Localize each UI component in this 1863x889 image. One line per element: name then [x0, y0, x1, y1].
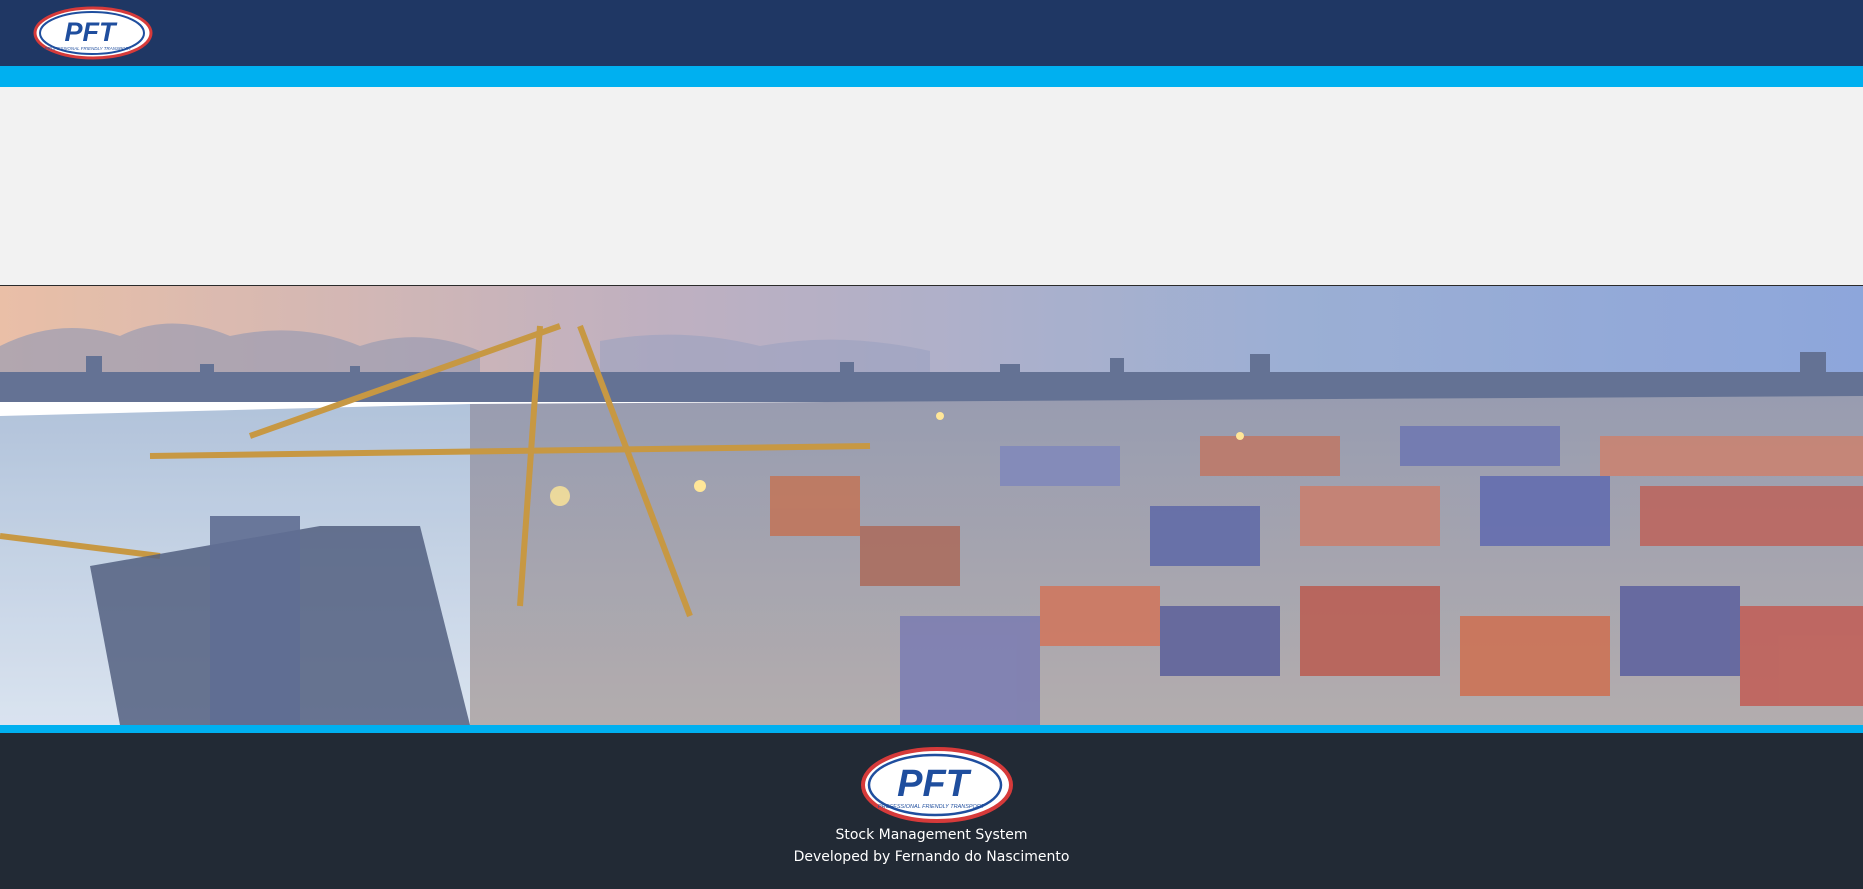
app-window: PFT PROFESSIONAL FRIENDLY TRANSPORT PFT …: [0, 0, 1863, 889]
footer-accent-bar: [0, 725, 1863, 733]
system-name: Stock Management System: [835, 827, 1028, 843]
footer-logo-tagline: PROFESSIONAL FRIENDLY TRANSPORT: [878, 804, 985, 810]
logo-text: PFT: [65, 17, 119, 47]
container-port-photo: [0, 286, 1863, 725]
footer: PFT PROFESSIONAL FRIENDLY TRANSPORT Stoc…: [0, 733, 1863, 889]
content-area: [0, 87, 1863, 286]
banner-image: [0, 286, 1863, 725]
footer-logo-text: PFT: [897, 763, 972, 805]
header-accent-bar: [0, 66, 1863, 87]
pft-logo-icon: PFT PROFESSIONAL FRIENDLY TRANSPORT: [861, 747, 1013, 823]
header-bar: PFT PROFESSIONAL FRIENDLY TRANSPORT: [0, 0, 1863, 66]
pft-logo-icon[interactable]: PFT PROFESSIONAL FRIENDLY TRANSPORT: [32, 5, 154, 61]
logo-tagline: PROFESSIONAL FRIENDLY TRANSPORT: [45, 46, 133, 51]
developer-credit: Developed by Fernando do Nascimento: [793, 849, 1070, 865]
